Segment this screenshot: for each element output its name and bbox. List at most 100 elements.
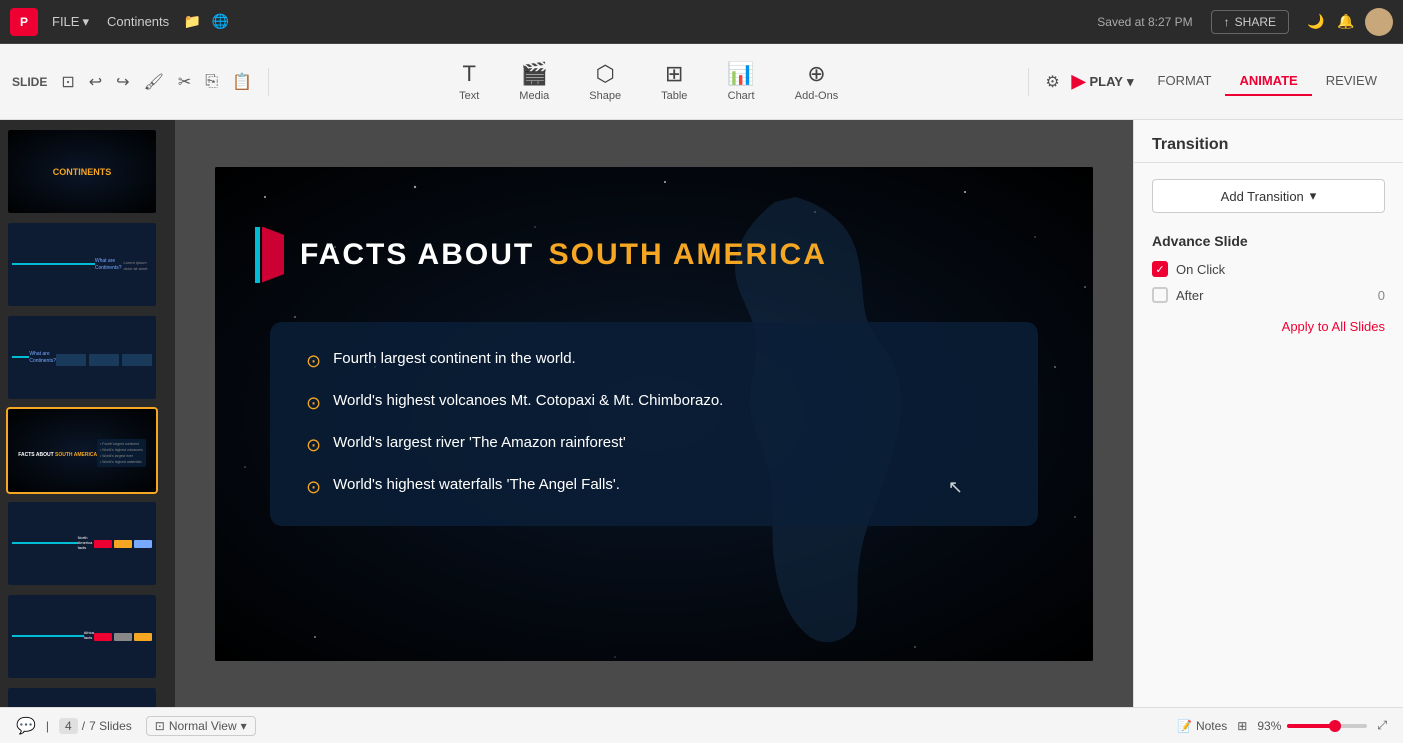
add-transition-button[interactable]: Add Transition ▾: [1152, 179, 1385, 213]
folder-icon[interactable]: 📁: [181, 11, 203, 33]
on-click-checkbox[interactable]: ✓: [1152, 261, 1168, 277]
view-selector[interactable]: ⊡ Normal View ▾: [146, 716, 256, 736]
advance-slide-title: Advance Slide: [1152, 233, 1385, 249]
table-icon: ⊞: [665, 61, 683, 87]
chat-icon[interactable]: 💬: [16, 716, 36, 736]
bottom-bar: 💬 | 4 / 7 Slides ⊡ Normal View ▾ 📝 Notes…: [0, 707, 1403, 743]
title-bar-blue: [255, 227, 260, 283]
page-indicator: 4 / 7 Slides: [59, 718, 132, 734]
bell-icon[interactable]: 🔔: [1335, 11, 1357, 33]
text-tool[interactable]: T Text: [449, 55, 489, 108]
toolbar: SLIDE ⊡ ↩ ↪ 🖌 ✂ ⎘ 📋 T Text 🎬 Media ⬡ Sha…: [0, 44, 1403, 120]
bottom-right: 📝 Notes ⊞ 93% ⤢: [1177, 718, 1387, 733]
share-button[interactable]: ↑ SHARE: [1211, 10, 1289, 34]
apply-to-all-link[interactable]: Apply to All Slides: [1152, 319, 1385, 334]
presentation-name: Continents: [107, 14, 169, 29]
slide-wrapper-3: 3 What are Continents?: [6, 314, 169, 401]
undo-button[interactable]: ↩: [85, 68, 106, 96]
after-label: After: [1176, 288, 1203, 303]
addons-tool[interactable]: ⊕ Add-Ons: [785, 55, 848, 108]
main-area: 1 CONTINENTS 2 What are Continents? Lore…: [0, 120, 1403, 707]
fact-item-1: ⊙ Fourth largest continent in the world.: [306, 350, 1002, 372]
slide-wrapper-6: 6 Africa facts: [6, 593, 169, 680]
fact-bullet-1: ⊙: [306, 351, 321, 372]
slide-wrapper-4: 4 FACTS ABOUT SOUTH AMERICA • Fourth lar…: [6, 407, 169, 494]
slide-thumb-7[interactable]: FACTS ABOUT EUROPE • Lorem ipsum• Dolor …: [6, 686, 158, 707]
zoom-slider[interactable]: [1287, 724, 1367, 728]
slide-wrapper-1: 1 CONTINENTS: [6, 128, 169, 215]
avatar[interactable]: [1365, 8, 1393, 36]
chart-tool[interactable]: 📊 Chart: [717, 55, 764, 108]
slide-canvas-area: FACTS ABOUT SOUTH AMERICA ⊙ Fourth large…: [175, 120, 1133, 707]
cut-button[interactable]: ✂: [174, 68, 195, 96]
slide-wrapper-5: 5 North America facts: [6, 500, 169, 587]
fact-item-4: ⊙ World's highest waterfalls 'The Angel …: [306, 476, 1002, 498]
notes-button[interactable]: 📝 Notes: [1177, 719, 1227, 733]
expand-button[interactable]: ⤢: [1377, 718, 1387, 733]
moon-icon[interactable]: 🌙: [1305, 11, 1327, 33]
toolbar-right: ⚙ ▶ PLAY ▾: [1028, 68, 1133, 96]
globe-icon[interactable]: 🌐: [209, 11, 231, 33]
redo-button[interactable]: ↪: [112, 68, 133, 96]
on-click-row: ✓ On Click: [1152, 261, 1385, 277]
title-bar-red: [262, 227, 284, 283]
view-icon: ⊡: [155, 719, 165, 733]
cursor-indicator: ↖: [948, 477, 963, 498]
slide-wrapper-7: 7 FACTS ABOUT EUROPE • Lorem ipsum• Dolo…: [6, 686, 169, 707]
file-button[interactable]: FILE ▾: [46, 10, 95, 34]
toolbar-center: T Text 🎬 Media ⬡ Shape ⊞ Table 📊 Chart ⊕…: [269, 55, 1028, 108]
media-tool[interactable]: 🎬 Media: [509, 55, 559, 108]
tab-review[interactable]: REVIEW: [1312, 67, 1391, 96]
slide-thumb-4[interactable]: FACTS ABOUT SOUTH AMERICA • Fourth large…: [6, 407, 158, 494]
title-white: FACTS ABOUT: [300, 238, 534, 271]
zoom-slider-fill: [1287, 724, 1335, 728]
slide-thumb-3[interactable]: What are Continents?: [6, 314, 158, 401]
notes-icon: 📝: [1177, 719, 1192, 733]
checkmark-icon: ✓: [1155, 263, 1164, 276]
top-icons: 📁 🌐: [181, 11, 231, 33]
slide-title-area: FACTS ABOUT SOUTH AMERICA: [255, 227, 827, 283]
slide-canvas: FACTS ABOUT SOUTH AMERICA ⊙ Fourth large…: [215, 167, 1093, 661]
play-icon: ▶: [1072, 71, 1086, 92]
slide-thumb-1[interactable]: CONTINENTS: [6, 128, 158, 215]
slide-label: SLIDE: [12, 75, 47, 89]
tab-format[interactable]: FORMAT: [1144, 67, 1226, 96]
media-icon: 🎬: [521, 61, 548, 87]
table-tool[interactable]: ⊞ Table: [651, 55, 697, 108]
zoom-value: 93%: [1257, 719, 1281, 733]
page-separator: |: [46, 719, 49, 733]
after-value: 0: [1378, 288, 1385, 303]
layout-button[interactable]: ⊡: [57, 68, 78, 96]
on-click-label: On Click: [1176, 262, 1225, 277]
slide-background: FACTS ABOUT SOUTH AMERICA ⊙ Fourth large…: [215, 167, 1093, 661]
tab-animate[interactable]: ANIMATE: [1225, 67, 1311, 96]
right-panel-header: Transition: [1134, 120, 1403, 163]
paste-button[interactable]: 📋: [228, 68, 256, 96]
app-logo: P: [10, 8, 38, 36]
shape-icon: ⬡: [596, 61, 615, 87]
slide-thumb-2[interactable]: What are Continents? Lorem ipsum dolor s…: [6, 221, 158, 308]
zoom-thumb: [1329, 720, 1341, 732]
settings-icon[interactable]: ⚙: [1041, 68, 1063, 96]
toolbar-left: SLIDE ⊡ ↩ ↪ 🖌 ✂ ⎘ 📋: [12, 68, 269, 96]
copy-button[interactable]: ⎘: [201, 69, 222, 95]
chart-icon: 📊: [727, 61, 754, 87]
fit-icon: ⊞: [1237, 719, 1247, 733]
fact-item-3: ⊙ World's largest river 'The Amazon rain…: [306, 434, 1002, 456]
slide-wrapper-2: 2 What are Continents? Lorem ipsum dolor…: [6, 221, 169, 308]
fact-bullet-4: ⊙: [306, 477, 321, 498]
fit-button[interactable]: ⊞: [1237, 719, 1247, 733]
zoom-controls: 93%: [1257, 719, 1367, 733]
right-panel-body: Add Transition ▾ Advance Slide ✓ On Clic…: [1134, 163, 1403, 707]
format-painter-button[interactable]: 🖌: [140, 68, 168, 96]
shape-tool[interactable]: ⬡ Shape: [579, 55, 631, 108]
thumb-1-label: CONTINENTS: [53, 167, 112, 177]
slide-thumb-6[interactable]: Africa facts: [6, 593, 158, 680]
title-orange: SOUTH AMERICA: [549, 238, 827, 271]
slide-thumb-5[interactable]: North America facts: [6, 500, 158, 587]
transition-title: Transition: [1152, 136, 1228, 153]
after-row: After 0: [1152, 287, 1385, 303]
after-checkbox[interactable]: [1152, 287, 1168, 303]
tab-group: FORMAT ANIMATE REVIEW: [1144, 67, 1391, 96]
play-button[interactable]: ▶ PLAY ▾: [1072, 71, 1134, 92]
